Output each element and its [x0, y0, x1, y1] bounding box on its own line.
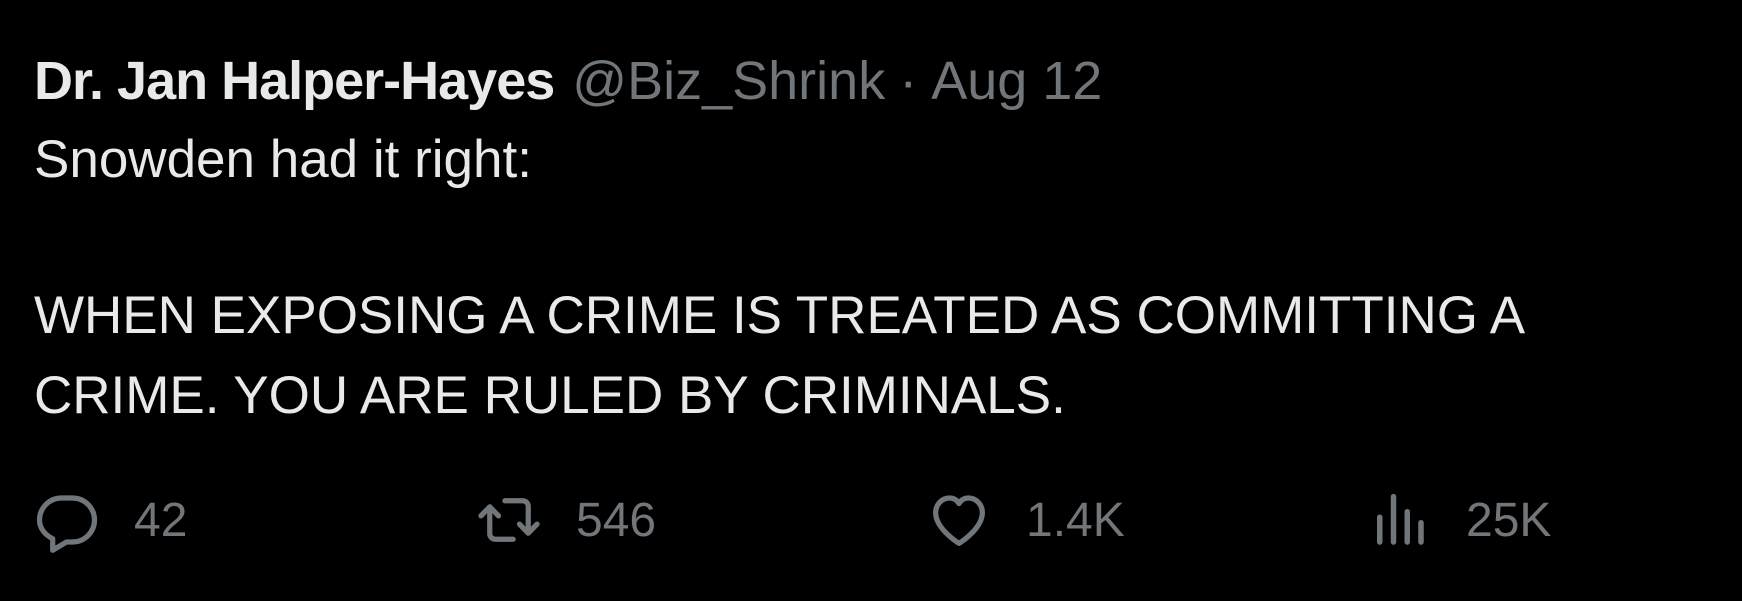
paragraph-break: [34, 200, 1714, 276]
tweet-text-line: WHEN EXPOSING A CRIME IS TREATED AS COMM…: [34, 286, 1526, 345]
header-separator: ·: [899, 51, 918, 111]
like-count: 1.4K: [1026, 493, 1125, 547]
retweet-button[interactable]: 546: [476, 488, 656, 552]
tweet-text-line: CRIME. YOU ARE RULED BY CRIMINALS.: [34, 366, 1066, 425]
retweet-count: 546: [576, 493, 657, 547]
views-count: 25K: [1466, 493, 1552, 547]
tweet-header: Dr. Jan Halper-Hayes @Biz_Shrink · Aug 1…: [34, 46, 1714, 116]
tweet-date[interactable]: Aug 12: [931, 46, 1102, 116]
like-button[interactable]: 1.4K: [926, 488, 1125, 552]
author-handle[interactable]: @Biz_Shrink: [572, 46, 885, 116]
retweet-icon: [478, 498, 540, 542]
tweet: Dr. Jan Halper-Hayes @Biz_Shrink · Aug 1…: [34, 46, 1714, 436]
tweet-text: Snowden had it right: WHEN EXPOSING A CR…: [34, 120, 1714, 436]
tweet-text-line: Snowden had it right:: [34, 130, 532, 189]
views-button[interactable]: 25K: [1366, 488, 1551, 552]
views-chart-icon: [1377, 493, 1424, 545]
heart-icon: [933, 495, 985, 546]
reply-button[interactable]: 42: [34, 488, 188, 553]
author-display-name[interactable]: Dr. Jan Halper-Hayes: [34, 46, 555, 116]
reply-count: 42: [134, 493, 188, 547]
tweet-actions: 42 546 1.4K 25K: [34, 488, 1714, 553]
reply-icon: [36, 495, 98, 553]
